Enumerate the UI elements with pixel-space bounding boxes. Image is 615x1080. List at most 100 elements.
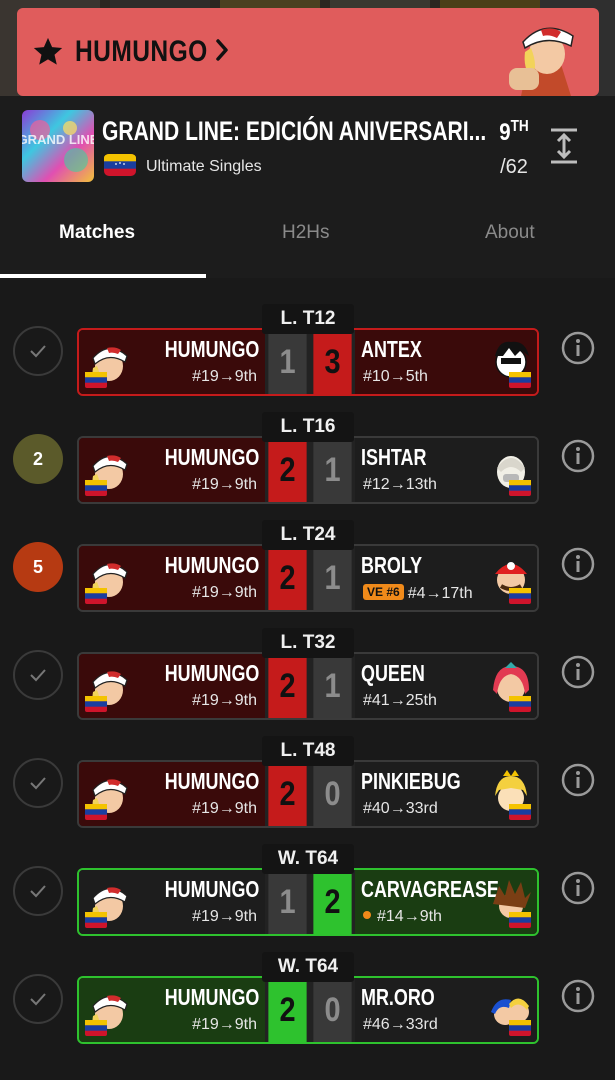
rank-badge: VE #6 <box>363 584 404 600</box>
player-avatar <box>85 984 129 1036</box>
player-name: HUMUNGO <box>75 35 208 68</box>
match-card[interactable]: HUMUNGO #19→9th 1 3 ANTEX #10→5th <box>77 328 539 396</box>
match-card[interactable]: HUMUNGO #19→9th 2 1 ISHTAR #12→13th <box>77 436 539 504</box>
opponent-side: QUEEN #41→25th <box>355 654 537 718</box>
checkmark-icon[interactable] <box>13 866 63 916</box>
match-row[interactable]: W. T64 HUMUNGO #19→9th 1 2 CARVAGREASE #… <box>0 828 615 936</box>
status-badge[interactable]: 5 <box>13 542 63 592</box>
match-row[interactable]: L. T48 HUMUNGO #19→9th 2 0 PINKIEBUG #40… <box>0 720 615 828</box>
opponent-avatar <box>487 876 531 928</box>
match-card[interactable]: HUMUNGO #19→9th 2 1 QUEEN #41→25th <box>77 652 539 720</box>
info-icon[interactable] <box>560 438 596 474</box>
opponent-name[interactable]: ANTEX <box>361 336 422 363</box>
match-row[interactable]: 2 L. T16 HUMUNGO #19→9th 2 1 ISHTAR #12→… <box>0 396 615 504</box>
player-score: 2 <box>268 978 307 1042</box>
player-avatar <box>85 336 129 388</box>
status-badge[interactable]: 2 <box>13 434 63 484</box>
opponent-name[interactable]: PINKIEBUG <box>361 768 461 795</box>
player-score: 1 <box>268 330 307 394</box>
player-side: HUMUNGO #19→9th <box>79 654 265 718</box>
checkmark-icon[interactable] <box>13 974 63 1024</box>
opponent-seed: #40→33rd <box>363 800 438 817</box>
player-banner[interactable]: HUMUNGO <box>17 8 599 96</box>
match-card[interactable]: HUMUNGO #19→9th 2 1 BROLY VE #6 #4→17th <box>77 544 539 612</box>
venezuela-flag-icon <box>509 912 531 928</box>
player-name: HUMUNGO <box>164 660 259 686</box>
checkmark-icon[interactable] <box>13 758 63 808</box>
tab-h2hs[interactable]: H2Hs <box>282 222 330 244</box>
match-row[interactable]: 5 L. T24 HUMUNGO #19→9th 2 1 BROLY VE #6… <box>0 504 615 612</box>
opponent-side: PINKIEBUG #40→33rd <box>355 762 537 826</box>
expand-vertical-icon[interactable] <box>548 126 580 166</box>
player-name: HUMUNGO <box>164 444 259 470</box>
checkmark-icon[interactable] <box>13 326 63 376</box>
opponent-seed: VE #6 #4→17th <box>363 584 473 603</box>
opponent-seed: #41→25th <box>363 692 437 709</box>
player-side: HUMUNGO #19→9th <box>79 546 265 610</box>
info-icon[interactable] <box>560 762 596 798</box>
player-side: HUMUNGO #19→9th <box>79 870 265 934</box>
player-score: 1 <box>268 870 307 934</box>
round-label: L. T48 <box>262 736 354 766</box>
opponent-side: CARVAGREASE #14→9th <box>355 870 537 934</box>
opponent-score: 0 <box>313 978 352 1042</box>
info-icon[interactable] <box>560 978 596 1014</box>
player-score: 2 <box>268 762 307 826</box>
player-avatar <box>85 876 129 928</box>
player-name: HUMUNGO <box>164 768 259 794</box>
info-icon[interactable] <box>560 330 596 366</box>
tab-matches[interactable]: Matches <box>59 222 135 244</box>
player-seed: #19→9th <box>192 368 257 385</box>
opponent-avatar <box>487 984 531 1036</box>
match-row[interactable]: L. T32 HUMUNGO #19→9th 2 1 QUEEN #41→25t… <box>0 612 615 720</box>
info-icon[interactable] <box>560 870 596 906</box>
match-card[interactable]: HUMUNGO #19→9th 1 2 CARVAGREASE #14→9th <box>77 868 539 936</box>
opponent-side: MR.ORO #46→33rd <box>355 978 537 1042</box>
tournament-header: GRAND LINE GRAND LINE: EDICIÓN ANIVERSAR… <box>0 96 615 204</box>
round-label: L. T12 <box>262 304 354 334</box>
tournament-logo[interactable]: GRAND LINE <box>22 110 94 182</box>
venezuela-flag-icon <box>85 804 107 820</box>
tab-about[interactable]: About <box>485 222 535 244</box>
player-side: HUMUNGO #19→9th <box>79 978 265 1042</box>
venezuela-flag-icon <box>85 696 107 712</box>
venezuela-flag-icon <box>509 480 531 496</box>
opponent-name[interactable]: BROLY <box>361 552 422 579</box>
player-side: HUMUNGO #19→9th <box>79 330 265 394</box>
player-score: 2 <box>268 546 307 610</box>
star-icon <box>33 37 63 65</box>
opponent-seed: #12→13th <box>363 476 437 493</box>
opponent-score: 1 <box>313 438 352 502</box>
match-row[interactable]: W. T64 HUMUNGO #19→9th 2 0 MR.ORO #46→33… <box>0 936 615 1044</box>
opponent-seed: #46→33rd <box>363 1016 438 1033</box>
opponent-avatar <box>487 444 531 496</box>
opponent-score: 0 <box>313 762 352 826</box>
info-icon[interactable] <box>560 546 596 582</box>
player-name: HUMUNGO <box>164 336 259 362</box>
player-name: HUMUNGO <box>164 552 259 578</box>
tournament-title[interactable]: GRAND LINE: EDICIÓN ANIVERSARI... <box>102 116 486 147</box>
info-icon[interactable] <box>560 654 596 690</box>
player-seed: #19→9th <box>192 692 257 709</box>
opponent-name[interactable]: MR.ORO <box>361 984 435 1011</box>
match-card[interactable]: HUMUNGO #19→9th 2 0 MR.ORO #46→33rd <box>77 976 539 1044</box>
opponent-score: 3 <box>313 330 352 394</box>
player-avatar <box>85 552 129 604</box>
player-name: HUMUNGO <box>164 984 259 1010</box>
opponent-name[interactable]: CARVAGREASE <box>361 876 499 903</box>
player-avatar <box>85 660 129 712</box>
match-card[interactable]: HUMUNGO #19→9th 2 0 PINKIEBUG #40→33rd <box>77 760 539 828</box>
seed-dot-icon <box>363 911 371 919</box>
opponent-name[interactable]: ISHTAR <box>361 444 426 471</box>
tournament-logo-text: GRAND LINE <box>22 132 94 147</box>
match-row[interactable]: L. T12 HUMUNGO #19→9th 1 3 ANTEX #10→5th <box>0 288 615 396</box>
player-avatar <box>85 444 129 496</box>
opponent-name[interactable]: QUEEN <box>361 660 425 687</box>
round-label: W. T64 <box>262 952 354 982</box>
tournament-logo-image: GRAND LINE <box>22 110 94 182</box>
placement: 9TH <box>499 118 529 146</box>
character-portrait <box>501 8 585 96</box>
opponent-score: 2 <box>313 870 352 934</box>
player-seed: #19→9th <box>192 800 257 817</box>
checkmark-icon[interactable] <box>13 650 63 700</box>
